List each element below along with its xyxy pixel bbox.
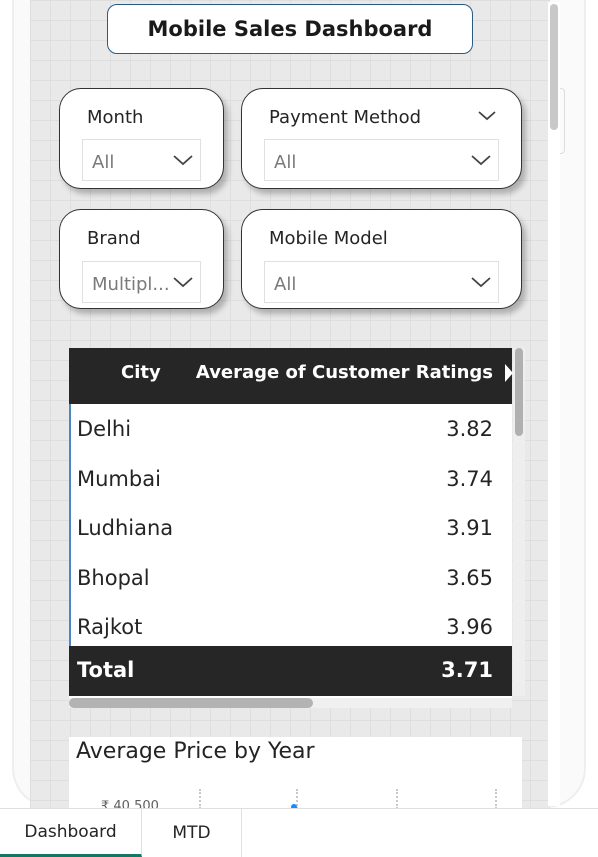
- cell-city: Mumbai: [77, 467, 161, 491]
- table-header: City Average of Customer Ratings: [69, 348, 513, 404]
- cell-rating: 3.65: [446, 566, 493, 590]
- dashboard-title-box: Mobile Sales Dashboard: [107, 4, 473, 54]
- tab-dashboard-label: Dashboard: [24, 821, 117, 842]
- dashboard-title: Mobile Sales Dashboard: [147, 17, 433, 41]
- chevron-down-icon: [173, 155, 193, 166]
- table-vertical-scrollbar-thumb[interactable]: [515, 348, 523, 436]
- slicer-brand-dropdown[interactable]: Multipl...: [82, 261, 201, 303]
- sort-arrow-icon[interactable]: [505, 364, 513, 382]
- slicer-brand: Brand Multipl...: [59, 209, 224, 309]
- slicer-mobile-model: Mobile Model All: [241, 209, 522, 309]
- slicer-mobile-model-value: All: [274, 274, 297, 295]
- avg-price-by-year-chart: Average Price by Year ₹ 40,500: [69, 737, 522, 808]
- slicer-mobile-model-dropdown[interactable]: All: [264, 261, 499, 303]
- chart-title: Average Price by Year: [76, 739, 315, 764]
- y-axis-tick-label: ₹ 40,500: [101, 799, 159, 808]
- column-header-avg-rating[interactable]: Average of Customer Ratings: [196, 362, 493, 383]
- chart-gridline: [495, 789, 497, 808]
- chevron-down-icon: [471, 155, 491, 166]
- table-row[interactable]: Mumbai 3.74: [69, 454, 512, 504]
- slicer-month: Month All: [59, 88, 224, 189]
- cell-rating: 3.91: [446, 516, 493, 540]
- chart-gridline: [396, 789, 398, 808]
- cell-rating: 3.96: [446, 615, 493, 639]
- total-label: Total: [77, 658, 135, 682]
- cell-rating: 3.74: [446, 467, 493, 491]
- cell-city: Bhopal: [77, 566, 150, 590]
- chevron-down-icon: [471, 277, 491, 288]
- tab-mtd-label: MTD: [172, 823, 211, 843]
- column-header-city[interactable]: City: [121, 362, 161, 383]
- slicer-month-label: Month: [87, 107, 144, 128]
- slicer-payment-method-label: Payment Method: [269, 107, 422, 128]
- slicer-brand-label: Brand: [87, 228, 141, 249]
- slicer-mobile-model-label: Mobile Model: [269, 228, 388, 249]
- tab-dashboard[interactable]: Dashboard: [0, 809, 142, 857]
- chevron-down-icon: [173, 277, 193, 288]
- city-ratings-table: City Average of Customer Ratings Delhi 3…: [69, 348, 525, 708]
- table-row[interactable]: Bhopal 3.65: [69, 553, 512, 603]
- slicer-payment-method-value: All: [274, 152, 297, 173]
- table-row[interactable]: Rajkot 3.96: [69, 602, 512, 652]
- page-tab-bar: Dashboard MTD: [0, 808, 598, 857]
- slicer-payment-method-dropdown[interactable]: All: [264, 139, 499, 181]
- slicer-month-dropdown[interactable]: All: [82, 139, 201, 181]
- cell-city: Delhi: [77, 417, 132, 441]
- slicer-brand-value: Multipl...: [92, 274, 170, 295]
- chart-gridline: [199, 789, 201, 808]
- slicer-payment-method: Payment Method All: [241, 88, 522, 189]
- cell-city: Rajkot: [77, 615, 143, 639]
- tab-mtd[interactable]: MTD: [142, 809, 242, 857]
- frame-side-button: [560, 88, 565, 154]
- cell-rating: 3.82: [446, 417, 493, 441]
- table-horizontal-scrollbar-thumb[interactable]: [69, 698, 313, 708]
- cell-city: Ludhiana: [77, 516, 174, 540]
- total-value: 3.71: [441, 658, 493, 682]
- table-row[interactable]: Ludhiana 3.91: [69, 503, 512, 553]
- page-scrollbar-thumb[interactable]: [550, 4, 558, 130]
- table-row[interactable]: Delhi 3.82: [69, 404, 512, 454]
- chevron-down-icon[interactable]: [476, 106, 498, 126]
- table-total-row: Total 3.71: [69, 646, 512, 696]
- slicer-month-value: All: [92, 152, 115, 173]
